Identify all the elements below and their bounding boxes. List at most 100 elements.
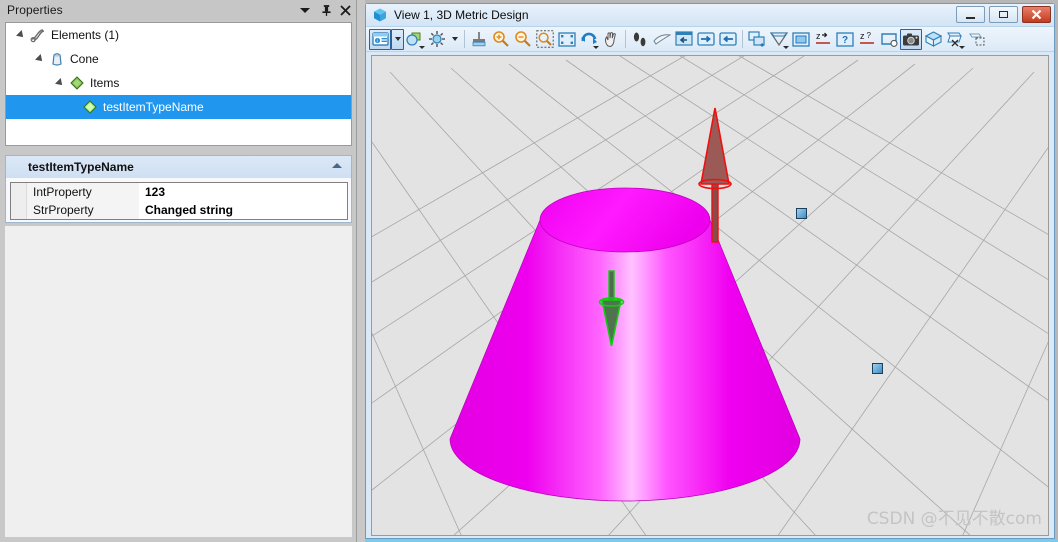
expander-icon[interactable] xyxy=(35,54,45,64)
caret-down-icon[interactable] xyxy=(783,45,789,49)
set-display-depth-button[interactable]: z xyxy=(812,29,834,50)
expander-icon[interactable] xyxy=(55,78,65,88)
resize-handle-bottom-right[interactable] xyxy=(872,363,883,374)
update-view-button[interactable] xyxy=(468,29,490,50)
clip-volume-button[interactable] xyxy=(790,29,812,50)
window-controls xyxy=(956,6,1051,23)
view-next-icon xyxy=(697,32,715,46)
property-value[interactable]: Changed string xyxy=(139,201,233,219)
elements-icon xyxy=(30,27,46,43)
panel-autohide-button[interactable] xyxy=(320,3,331,17)
view-titlebar[interactable]: View 1, 3D Metric Design xyxy=(366,4,1054,27)
rotate-view-button[interactable] xyxy=(578,29,600,50)
fly-button[interactable] xyxy=(651,29,673,50)
caret-down-icon[interactable] xyxy=(959,45,965,49)
render-region-icon xyxy=(881,32,898,47)
caret-down-icon xyxy=(300,8,310,13)
zoom-in-button[interactable] xyxy=(490,29,512,50)
page-title: Properties xyxy=(7,3,63,17)
view-previous-button[interactable] xyxy=(673,29,695,50)
table-row[interactable]: IntProperty 123 xyxy=(11,183,347,201)
caret-down-icon xyxy=(451,37,458,41)
cone-object[interactable] xyxy=(372,56,1049,536)
light-setup-button[interactable] xyxy=(426,29,448,50)
tree-item-label: testItemTypeName xyxy=(103,100,204,114)
fit-view-icon xyxy=(558,31,576,47)
property-gutter xyxy=(11,183,27,219)
property-grid-title: testItemTypeName xyxy=(28,160,134,174)
property-grid-header[interactable]: testItemTypeName xyxy=(6,156,351,178)
close-button[interactable] xyxy=(1022,6,1051,23)
zoom-in-icon xyxy=(493,31,509,47)
view-forward-button[interactable] xyxy=(717,29,739,50)
change-view-perspective-button[interactable] xyxy=(768,29,790,50)
property-table[interactable]: IntProperty 123 StrProperty Changed stri… xyxy=(10,182,348,220)
expander-icon[interactable] xyxy=(16,30,26,40)
pin-icon xyxy=(322,5,331,16)
show-display-depth-button[interactable]: ? xyxy=(834,29,856,50)
walk-button[interactable] xyxy=(629,29,651,50)
tree-item-testitemtypename[interactable]: testItemTypeName xyxy=(6,95,351,119)
tree-item-elements[interactable]: Elements (1) xyxy=(6,23,351,47)
table-row[interactable]: StrProperty Changed string xyxy=(11,201,347,219)
diamond-icon xyxy=(82,99,98,115)
tree-item-label: Cone xyxy=(70,52,99,66)
tree-item-label: Items xyxy=(90,76,120,90)
application-window: Properties Elements (1) Cone Items testI… xyxy=(0,0,1058,542)
cube-icon xyxy=(372,7,388,23)
show-display-depth-icon: ? xyxy=(836,31,854,47)
minimize-button[interactable] xyxy=(956,6,985,23)
set-display-depth-icon: z xyxy=(815,31,830,44)
copy-view-button[interactable] xyxy=(746,29,768,50)
element-tree[interactable]: Elements (1) Cone Items testItemTypeName xyxy=(5,22,352,146)
3d-viewport[interactable]: CSDN @不见不散com xyxy=(371,55,1049,536)
clip-mask-button[interactable] xyxy=(944,29,966,50)
caret-down-icon[interactable] xyxy=(593,45,599,49)
close-icon xyxy=(340,5,351,16)
window-area-button[interactable] xyxy=(534,29,556,50)
render-region-button[interactable] xyxy=(878,29,900,50)
minimize-icon xyxy=(966,16,975,19)
copy-view-icon xyxy=(748,30,765,47)
footprints-icon xyxy=(633,32,646,46)
view-display-style-button[interactable] xyxy=(404,29,426,50)
render-camera-button[interactable] xyxy=(900,28,922,50)
tree-item-cone[interactable]: Cone xyxy=(6,47,351,71)
caret-down-icon[interactable] xyxy=(419,45,425,49)
close-icon xyxy=(1031,9,1042,20)
isometric-view-button[interactable] xyxy=(922,29,944,50)
items-icon xyxy=(69,75,85,91)
panel-splitter[interactable] xyxy=(356,0,365,542)
zoom-out-button[interactable] xyxy=(512,29,534,50)
resize-handle-top-right[interactable] xyxy=(796,208,807,219)
panel-header-buttons xyxy=(300,0,351,20)
fit-view-button[interactable] xyxy=(556,29,578,50)
restore-icon xyxy=(999,11,1008,18)
property-name: StrProperty xyxy=(11,201,139,219)
depth-query-button[interactable]: z ? xyxy=(856,29,878,50)
clear-clip-button[interactable] xyxy=(966,29,988,50)
sun-icon xyxy=(429,31,445,47)
view-forward-icon xyxy=(719,32,737,46)
cone-icon xyxy=(49,51,65,67)
panel-dropdown-button[interactable] xyxy=(300,3,311,17)
light-setup-dropdown[interactable] xyxy=(448,29,461,50)
paper-plane-icon xyxy=(653,34,671,45)
panel-close-button[interactable] xyxy=(340,3,351,17)
view-next-button[interactable] xyxy=(695,29,717,50)
view-attributes-button[interactable]: i xyxy=(369,28,391,50)
hand-icon xyxy=(604,31,616,47)
property-grid: testItemTypeName IntProperty 123 StrProp… xyxy=(5,155,352,223)
tree-item-label: Elements (1) xyxy=(51,28,120,42)
view-attributes-dropdown[interactable] xyxy=(391,28,404,50)
restore-button[interactable] xyxy=(989,6,1018,23)
view-previous-icon xyxy=(675,31,693,46)
caret-down-icon xyxy=(394,37,401,41)
chevron-up-icon[interactable] xyxy=(332,163,342,168)
depth-query-icon: z ? xyxy=(859,31,874,44)
pan-view-button[interactable] xyxy=(600,29,622,50)
tree-item-items[interactable]: Items xyxy=(6,71,351,95)
toolbar-separator xyxy=(742,30,743,48)
view-toolbar: i z ? z ? xyxy=(366,27,1054,52)
property-value[interactable]: 123 xyxy=(139,183,165,201)
